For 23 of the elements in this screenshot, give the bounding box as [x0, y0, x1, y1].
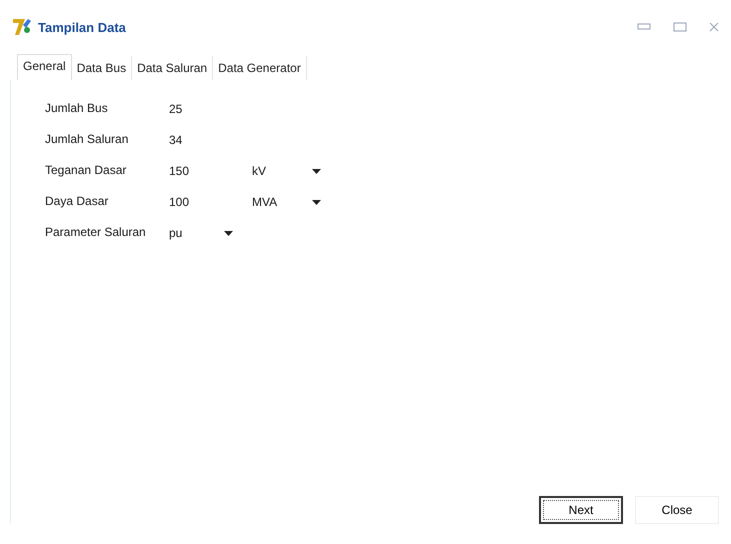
caret-icon [312, 200, 321, 204]
dropdown[interactable]: pu [169, 224, 241, 240]
close-button[interactable]: Close [635, 496, 719, 524]
close-icon[interactable] [709, 22, 719, 32]
field-label: Parameter Saluran [45, 225, 147, 239]
input-field[interactable]: 34 [169, 131, 235, 147]
caret-icon [312, 168, 321, 174]
input-field[interactable]: 100 [169, 193, 235, 209]
field-label: Daya Dasar [45, 194, 110, 208]
tab[interactable]: General [17, 54, 72, 80]
caret-icon [224, 230, 233, 236]
unit-dropdown[interactable]: kV [249, 162, 329, 178]
field-label: Jumlah Bus [45, 101, 109, 115]
app-icon [12, 17, 34, 37]
field-label: Teganan Dasar [45, 163, 128, 177]
window-title: Tampilan Data [38, 20, 126, 34]
input-field[interactable]: 150 [169, 162, 235, 178]
next-button[interactable]: Next [539, 496, 623, 524]
input-field[interactable]: 25 [169, 100, 235, 116]
unit-dropdown[interactable]: MVA [249, 193, 329, 209]
field-label: Jumlah Saluran [45, 132, 130, 146]
minimize-icon[interactable] [637, 23, 651, 31]
maximize-icon[interactable] [673, 22, 687, 32]
